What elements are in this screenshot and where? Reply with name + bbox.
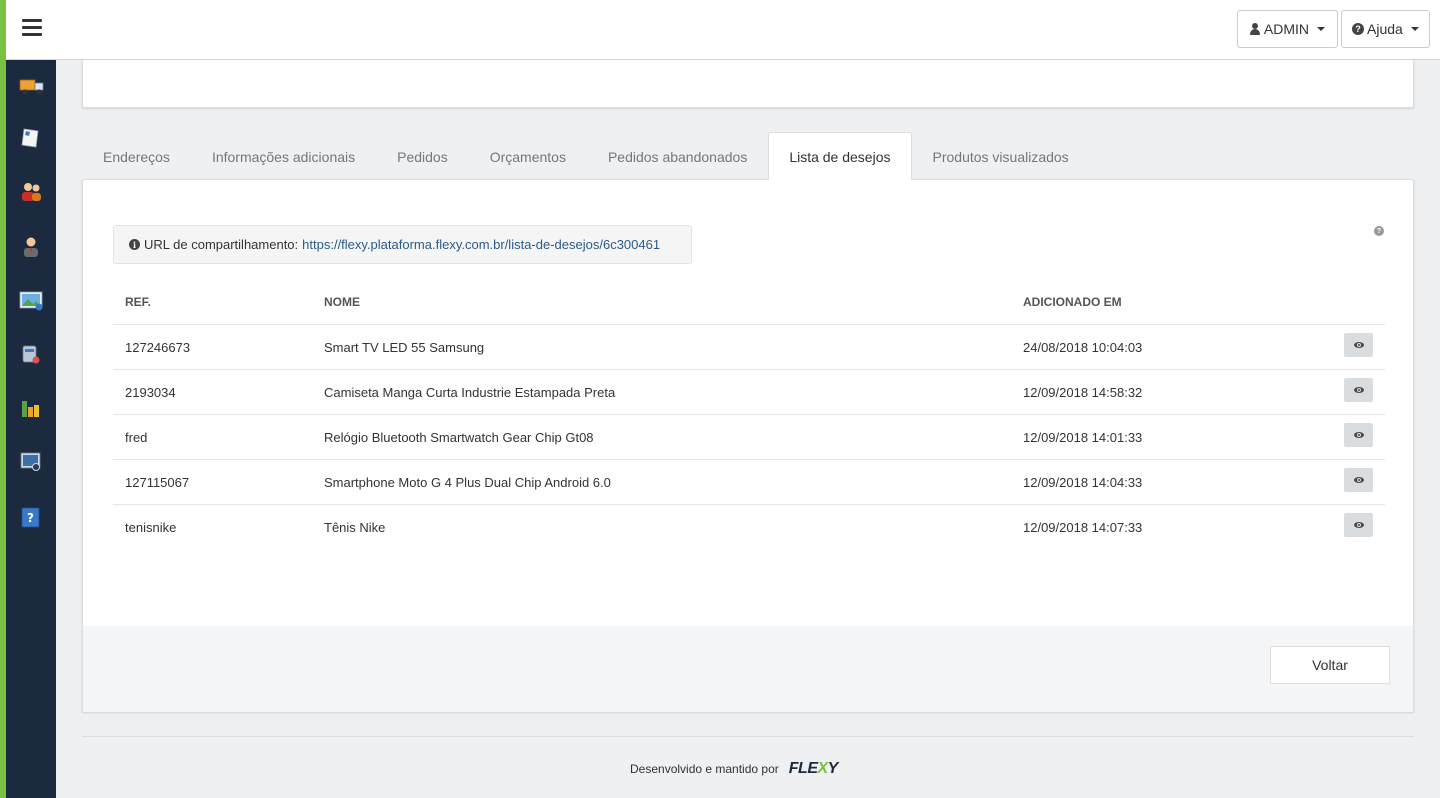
image-icon: [19, 291, 43, 311]
user-menu-button[interactable]: ADMIN: [1237, 10, 1338, 48]
cell-date: 12/09/2018 14:58:32: [1023, 384, 1143, 400]
logo-text-prefix: FLE: [788, 760, 818, 777]
logo-text-suffix: Y: [827, 760, 839, 777]
tab-informacoes-adicionais[interactable]: Informações adicionais: [191, 132, 376, 180]
cell-name: Tênis Nike: [324, 520, 386, 535]
customer-details-card: [82, 60, 1414, 108]
cell-name: Camiseta Manga Curta Industrie Estampada…: [324, 384, 616, 400]
cell-date: 12/09/2018 14:04:33: [1023, 474, 1143, 490]
user-menu-label: ADMIN: [1263, 21, 1309, 37]
logo-text-x: X: [817, 760, 828, 777]
share-url-box: i URL de compartilhamento: https://flexy…: [113, 225, 692, 264]
eye-icon: [1353, 432, 1364, 438]
table-row: 2193034 Camiseta Manga Curta Industrie E…: [113, 370, 1385, 415]
column-header-date: ADICIONADO EM: [1023, 295, 1122, 309]
cell-ref: tenisnike: [125, 520, 177, 535]
view-button[interactable]: [1344, 333, 1373, 357]
view-button[interactable]: [1344, 513, 1373, 537]
page-footer: Desenvolvido e mantido por FLEXY: [630, 760, 838, 778]
tab-pedidos[interactable]: Pedidos: [376, 132, 469, 180]
cell-ref: 127115067: [125, 474, 190, 490]
tab-produtos-visualizados[interactable]: Produtos visualizados: [912, 132, 1090, 180]
flexy-logo[interactable]: FLEXY: [788, 760, 839, 778]
customer-tabs: Endereços Informações adicionais Pedidos…: [82, 132, 1090, 180]
info-icon: i: [129, 239, 140, 250]
accent-strip: [0, 0, 6, 60]
column-header-ref: REF.: [125, 295, 152, 309]
monitor-icon: [20, 452, 41, 471]
database-icon: [22, 345, 40, 364]
eye-icon: [1353, 342, 1364, 348]
column-header-name: NOME: [324, 295, 360, 309]
menu-toggle-icon[interactable]: [22, 19, 42, 37]
tab-enderecos[interactable]: Endereços: [82, 132, 191, 180]
sidebar-item-help[interactable]: ?: [19, 505, 43, 529]
user-icon: [24, 237, 38, 257]
sidebar-item-display[interactable]: [19, 450, 43, 474]
cell-date: 24/08/2018 10:04:03: [1023, 339, 1143, 355]
footer-credit: Desenvolvido e mantido por: [630, 762, 779, 776]
panel-footer: Voltar: [83, 626, 1413, 712]
sidebar: ?: [0, 60, 56, 798]
truck-icon: [19, 79, 44, 95]
share-url-link[interactable]: https://flexy.plataforma.flexy.com.br/li…: [302, 237, 660, 252]
table-row: tenisnike Tênis Nike 12/09/2018 14:07:33: [113, 505, 1385, 550]
tab-orcamentos[interactable]: Orçamentos: [469, 132, 587, 180]
sidebar-item-media[interactable]: [19, 289, 43, 313]
question-circle-icon[interactable]: ?: [1374, 226, 1384, 236]
accent-strip: [0, 60, 6, 798]
sidebar-item-reports[interactable]: [19, 396, 43, 420]
cell-ref: fred: [125, 429, 148, 445]
sidebar-item-documents[interactable]: [19, 126, 43, 150]
chart-icon: [22, 401, 39, 417]
back-button[interactable]: Voltar: [1270, 646, 1390, 684]
sidebar-item-users[interactable]: [19, 235, 43, 259]
eye-icon: [1353, 477, 1364, 483]
table-header: REF. NOME ADICIONADO EM: [113, 280, 1385, 325]
help-icon: ?: [21, 507, 40, 528]
table-row: 127246673 Smart TV LED 55 Samsung 24/08/…: [113, 325, 1385, 370]
eye-icon: [1353, 522, 1364, 528]
tab-lista-de-desejos[interactable]: Lista de desejos: [768, 132, 912, 180]
tab-pedidos-abandonados[interactable]: Pedidos abandonados: [587, 132, 768, 180]
cell-ref: 2193034: [125, 384, 176, 400]
cell-name: Relógio Bluetooth Smartwatch Gear Chip G…: [324, 429, 594, 445]
view-button[interactable]: [1344, 468, 1373, 492]
sidebar-item-customers[interactable]: [19, 180, 43, 204]
cell-name: Smart TV LED 55 Samsung: [324, 339, 485, 355]
cell-date: 12/09/2018 14:07:33: [1023, 520, 1143, 535]
top-bar: ADMIN ? Ajuda: [0, 0, 1440, 60]
sidebar-item-database[interactable]: [19, 342, 43, 366]
cell-name: Smartphone Moto G 4 Plus Dual Chip Andro…: [324, 474, 611, 490]
table-row: fred Relógio Bluetooth Smartwatch Gear C…: [113, 415, 1385, 460]
caret-down-icon: [1317, 27, 1325, 31]
svg-text:?: ?: [27, 511, 34, 525]
help-menu-label: Ajuda: [1367, 21, 1403, 37]
footer-divider: [82, 736, 1414, 737]
share-url-label: URL de compartilhamento:: [144, 237, 299, 252]
document-icon: [21, 128, 39, 148]
caret-down-icon: [1410, 27, 1419, 31]
question-circle-icon: ?: [1352, 23, 1364, 35]
user-icon: [1250, 23, 1260, 35]
table-row: 127115067 Smartphone Moto G 4 Plus Dual …: [113, 460, 1385, 505]
wishlist-table: REF. NOME ADICIONADO EM 127246673 Smart …: [113, 280, 1385, 550]
wishlist-panel: i URL de compartilhamento: https://flexy…: [82, 179, 1414, 712]
help-menu-button[interactable]: ? Ajuda: [1341, 10, 1430, 48]
sidebar-item-shipping[interactable]: [19, 74, 44, 98]
view-button[interactable]: [1344, 378, 1373, 402]
eye-icon: [1353, 387, 1364, 393]
cell-date: 12/09/2018 14:01:33: [1023, 429, 1143, 445]
view-button[interactable]: [1344, 423, 1373, 447]
cell-ref: 127246673: [125, 339, 191, 355]
customers-icon: [22, 183, 41, 201]
